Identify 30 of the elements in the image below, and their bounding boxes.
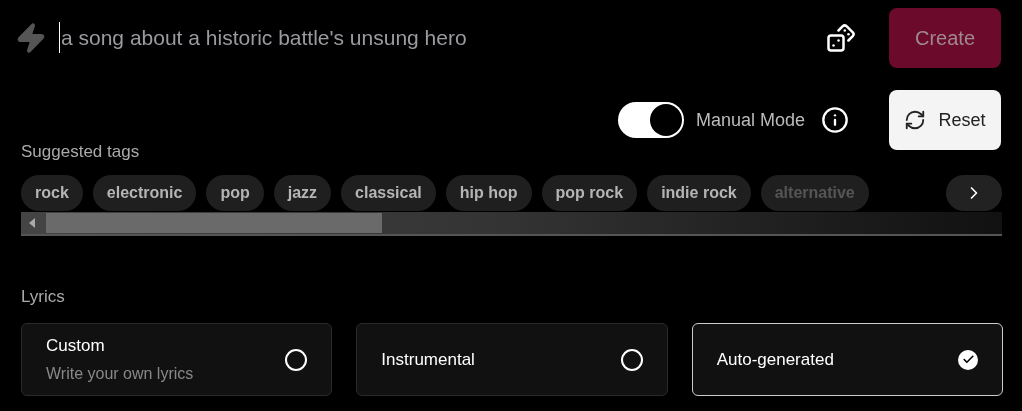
option-label: Auto-generated (716, 348, 834, 371)
refresh-icon (904, 109, 927, 131)
scroll-left-icon[interactable] (29, 217, 35, 228)
reset-button[interactable]: Reset (889, 90, 1001, 150)
tag-chip[interactable]: rock (21, 174, 83, 211)
tag-chip[interactable]: pop rock (541, 174, 638, 211)
info-icon[interactable] (821, 106, 849, 134)
checked-radio-icon (958, 349, 978, 370)
tag-chip[interactable]: hip hop (445, 174, 532, 211)
tag-chip[interactable]: classical (341, 174, 436, 211)
option-label: Instrumental (381, 348, 475, 371)
radio-icon (620, 348, 643, 371)
radio-icon (285, 348, 308, 371)
lyrics-option[interactable]: Auto-generated (691, 323, 1003, 396)
tag-chip[interactable]: indie rock (647, 174, 751, 211)
tag-chip[interactable]: jazz (273, 174, 332, 211)
lyrics-option[interactable]: Custom Write your own lyrics (21, 323, 333, 396)
suggested-tags-title: Suggested tags (21, 141, 141, 163)
tag-chip[interactable]: electronic (92, 174, 197, 211)
prompt-field[interactable]: a song about a historic battle's unsung hero (59, 21, 809, 54)
tag-chip[interactable]: pop (206, 174, 264, 211)
manual-mode-label: Manual Mode (695, 108, 805, 132)
scrollbar[interactable] (21, 211, 1002, 236)
lyrics-title: Lyrics (21, 285, 66, 308)
lyrics-option[interactable]: Instrumental (356, 323, 668, 396)
lightning-icon (15, 21, 47, 54)
manual-mode-toggle[interactable] (617, 102, 684, 138)
option-label: Custom (46, 334, 106, 357)
option-description: Write your own lyrics (46, 364, 194, 385)
scrollbar-thumb[interactable] (46, 212, 382, 233)
